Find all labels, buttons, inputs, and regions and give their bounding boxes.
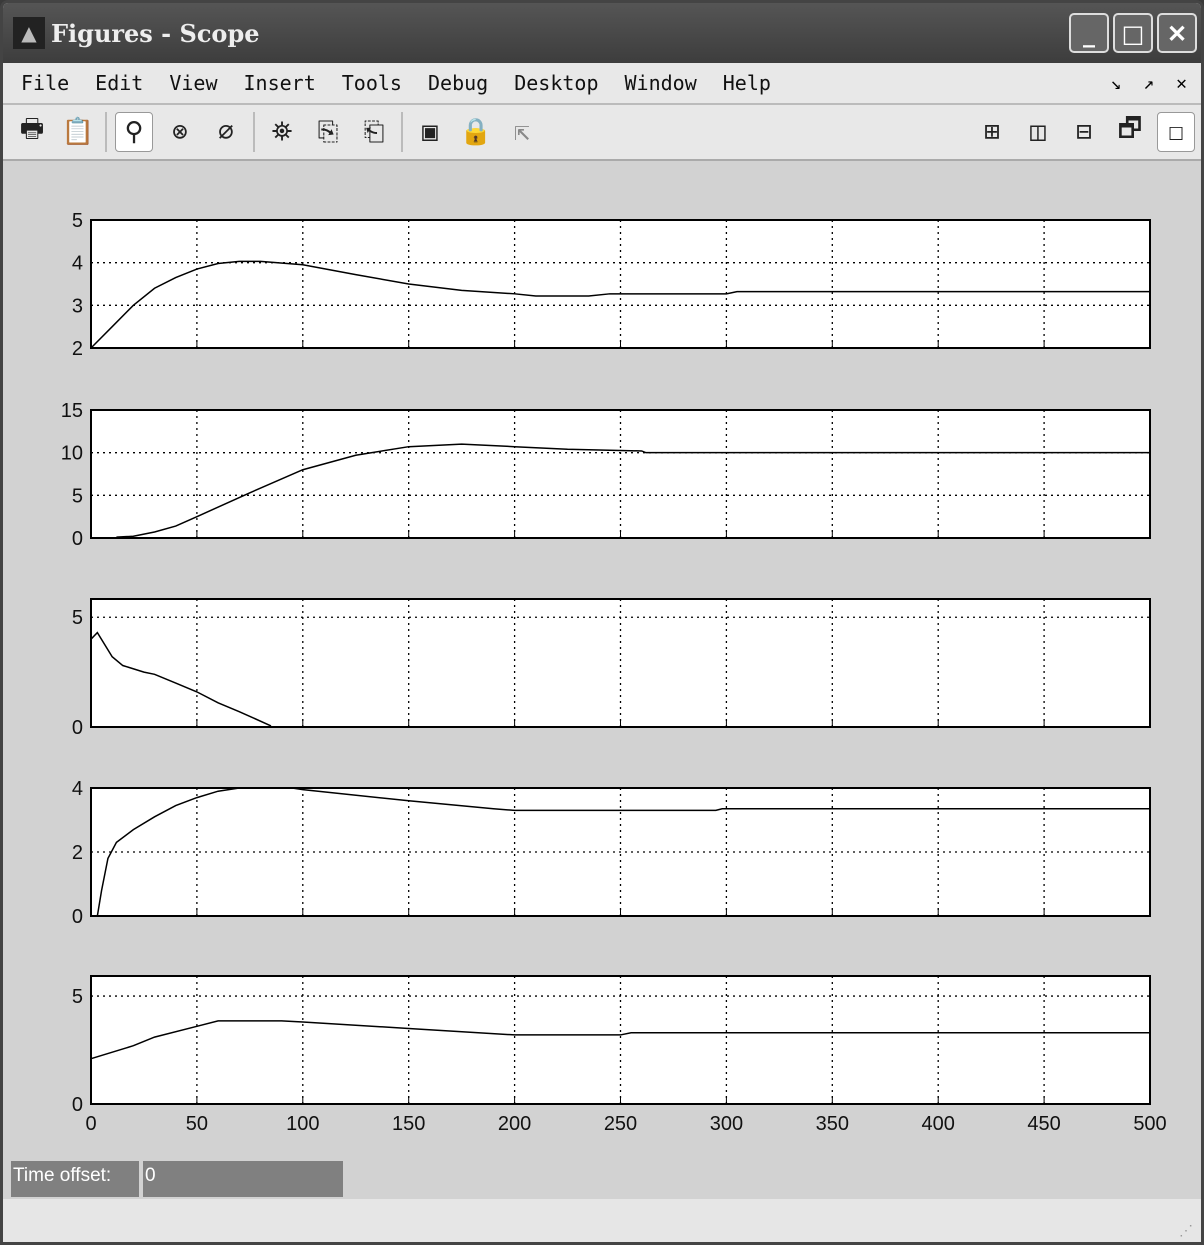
binoculars-icon[interactable]: ⛯: [263, 112, 301, 152]
restore-axes-icon[interactable]: ⎗: [355, 112, 393, 152]
clipboard-icon[interactable]: 📋: [59, 112, 97, 152]
y-tick-label: 2: [72, 338, 83, 360]
toolbar: 🖶 📋 ⚲ ⊗ ⌀ ⛯ ⎘ ⎗ ▣ 🔒 ⇱ ⊞ ◫ ⊟ 🗗 ☐: [3, 105, 1201, 161]
x-tick-label: 300: [710, 1113, 743, 1135]
x-tick-label: 500: [1133, 1113, 1166, 1135]
print-icon[interactable]: 🖶: [13, 112, 51, 152]
menu-tools[interactable]: Tools: [342, 71, 402, 95]
maximize-button[interactable]: □: [1113, 13, 1153, 53]
window-title: Figures - Scope: [51, 18, 260, 48]
y-tick-label: 4: [72, 253, 83, 275]
y-tick-label: 0: [72, 1094, 83, 1116]
x-tick-label: 450: [1027, 1113, 1060, 1135]
x-tick-label: 350: [816, 1113, 849, 1135]
y-tick-label: 5: [72, 485, 83, 507]
layout-2x2-icon[interactable]: ⊞: [973, 112, 1011, 152]
time-offset-label: Time offset:: [11, 1161, 139, 1197]
y-tick-label: 0: [72, 906, 83, 928]
time-offset-value: 0: [143, 1161, 343, 1197]
save-axes-icon[interactable]: ⎘: [309, 112, 347, 152]
y-tick-label: 0: [72, 528, 83, 550]
layout-single-icon[interactable]: ☐: [1157, 112, 1195, 152]
matlab-logo-icon: ▲: [13, 17, 45, 49]
y-tick-label: 5: [72, 607, 83, 629]
y-tick-label: 2: [72, 842, 83, 864]
menu-file[interactable]: File: [21, 71, 69, 95]
zoom-y-icon[interactable]: ⌀: [207, 112, 245, 152]
y-tick-label: 4: [72, 778, 83, 800]
signal-selector-icon[interactable]: ⇱: [503, 112, 541, 152]
x-tick-label: 150: [392, 1113, 425, 1135]
menu-help[interactable]: Help: [723, 71, 771, 95]
x-tick-label: 400: [922, 1113, 955, 1135]
axes-1: 2 3 4 5: [72, 210, 1151, 360]
title-bar[interactable]: ▲ Figures - Scope _ □ ✕: [3, 3, 1201, 63]
menu-view[interactable]: View: [169, 71, 217, 95]
status-bar: ⋰: [3, 1199, 1201, 1242]
menu-bar: File Edit View Insert Tools Debug Desktop Windo…: [3, 63, 1201, 105]
scope-window: ▲ Figures - Scope _ □ ✕ File Edit View Inse…: [0, 0, 1204, 1245]
menu-debug[interactable]: Debug: [428, 71, 488, 95]
layout-restore-icon[interactable]: 🗗: [1111, 112, 1149, 152]
y-tick-label: 10: [61, 443, 83, 465]
x-tick-label: 0: [85, 1113, 96, 1135]
y-tick-label: 0: [72, 717, 83, 739]
x-tick-label: 250: [604, 1113, 637, 1135]
zoom-in-icon[interactable]: ⚲: [115, 112, 153, 152]
axes-5: 0 50 100 150 200 250 300 350 400 450 500 0 5: [72, 975, 1167, 1135]
close-figure-icon[interactable]: ✕: [1176, 73, 1187, 94]
undock-icon[interactable]: ↗: [1143, 73, 1154, 94]
minimize-button[interactable]: _: [1069, 13, 1109, 53]
layout-cols-icon[interactable]: ◫: [1019, 112, 1057, 152]
dock-icon[interactable]: ↘: [1110, 73, 1121, 94]
y-tick-label: 3: [72, 295, 83, 317]
toolbar-separator: [253, 112, 255, 152]
menu-window[interactable]: Window: [625, 71, 697, 95]
zoom-x-icon[interactable]: ⊗: [161, 112, 199, 152]
menu-desktop[interactable]: Desktop: [514, 71, 598, 95]
menu-edit[interactable]: Edit: [95, 71, 143, 95]
floating-scope-icon[interactable]: ▣: [411, 112, 449, 152]
layout-rows-icon[interactable]: ⊟: [1065, 112, 1103, 152]
y-tick-label: 5: [72, 986, 83, 1008]
axes-4: 0 2 4: [72, 778, 1151, 928]
toolbar-separator: [105, 112, 107, 152]
menu-insert[interactable]: Insert: [244, 71, 316, 95]
y-tick-label: 5: [72, 210, 83, 232]
y-tick-label: 15: [61, 400, 83, 422]
toolbar-separator: [401, 112, 403, 152]
x-tick-label: 100: [286, 1113, 319, 1135]
close-button[interactable]: ✕: [1157, 13, 1197, 53]
resize-grip-icon[interactable]: ⋰: [1179, 1223, 1193, 1239]
x-tick-label: 200: [498, 1113, 531, 1135]
x-tick-label: 50: [186, 1113, 208, 1135]
axes-2: 0 5 10 15: [61, 400, 1151, 550]
axes-3: 05: [72, 598, 1151, 739]
lock-icon[interactable]: 🔒: [457, 112, 495, 152]
scope-plots: 2345051015050240 50 100 150 200 250 300 350 400 4…: [61, 210, 1167, 1135]
